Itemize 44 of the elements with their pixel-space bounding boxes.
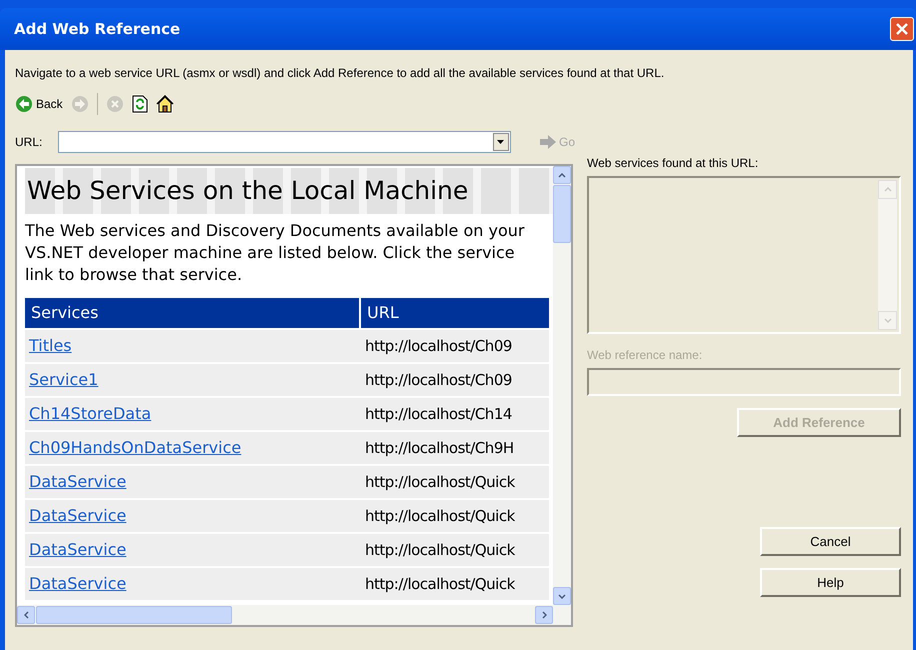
table-cell-text: http://localhost/Quick (365, 540, 515, 561)
window-title: Add Web Reference (14, 18, 180, 40)
service-link[interactable]: Ch09HandsOnDataService (29, 436, 242, 460)
back-button[interactable]: Back (15, 92, 63, 116)
scroll-left-button[interactable] (17, 606, 35, 624)
service-link[interactable]: Service1 (29, 368, 98, 392)
service-link[interactable]: DataService (29, 470, 126, 494)
url-label: URL: (15, 134, 44, 151)
table-cell-text: http://localhost/Ch09 (365, 336, 512, 357)
service-link[interactable]: Ch14StoreData (29, 402, 152, 426)
stop-icon (106, 95, 124, 113)
table-cell-text: http://localhost/Ch14 (365, 404, 512, 425)
table-cell-text: http://localhost/Ch9H (365, 438, 514, 459)
horizontal-scrollbar[interactable] (17, 605, 571, 625)
dropdown-button[interactable] (492, 133, 509, 151)
table-cell-text: http://localhost/Ch09 (365, 370, 512, 391)
scroll-thumb[interactable] (553, 185, 571, 243)
caret-icon (497, 140, 504, 144)
services-found-label: Web services found at this URL: (587, 155, 760, 172)
intro-paragraph: The Web services and Discovery Documents available on your VS.NET developer machine are listed below. Click the service link to browse that service. (25, 220, 526, 286)
table-cell-text: http://localhost/Quick (365, 472, 515, 493)
table-cell-text: http://localhost/Quick (365, 574, 515, 595)
service-link[interactable]: Titles (29, 334, 72, 358)
instruction-text: Navigate to a web service URL (asmx or wsdl) and click Add Reference to add all the available services found at that URL. (15, 65, 666, 80)
service-link[interactable]: DataService (29, 572, 126, 596)
refresh-icon (132, 95, 148, 113)
scroll-right-button[interactable] (535, 606, 553, 624)
cancel-button[interactable]: Cancel (760, 527, 901, 556)
scroll-down-button[interactable] (553, 587, 571, 605)
go-arrow-icon (538, 134, 557, 150)
reference-name-label: Web reference name: (587, 347, 704, 364)
page-heading: Web Services on the Local Machine (27, 175, 470, 207)
home-icon (156, 95, 174, 113)
close-button[interactable] (890, 17, 914, 41)
service-link[interactable]: DataService (29, 504, 126, 528)
scroll-up-button[interactable] (553, 166, 571, 184)
column-header: Services (25, 298, 361, 328)
help-button[interactable]: Help (760, 568, 901, 597)
table-cell-text: http://localhost/Quick (365, 506, 515, 527)
close-icon (896, 23, 908, 35)
column-header: URL (366, 302, 400, 324)
service-link[interactable]: DataService (29, 538, 126, 562)
scroll-thumb[interactable] (36, 606, 232, 624)
vertical-scrollbar[interactable] (553, 166, 571, 605)
